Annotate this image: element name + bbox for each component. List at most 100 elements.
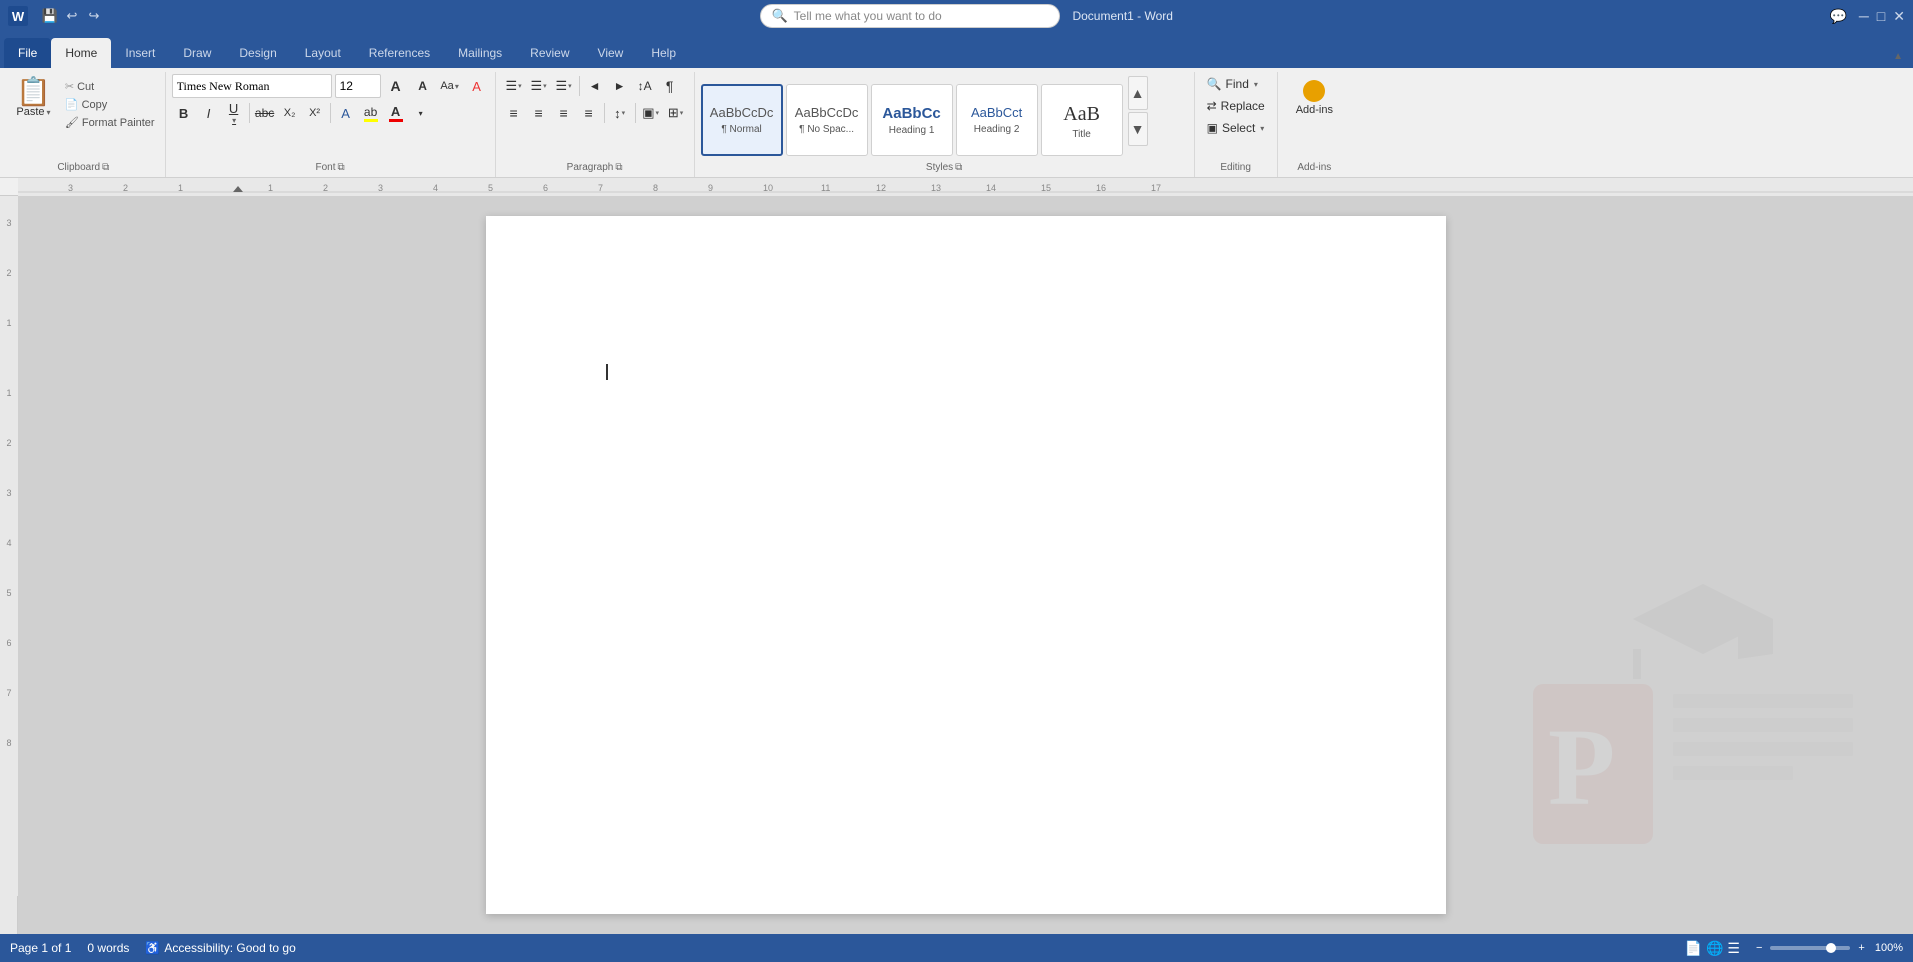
text-effects-button[interactable]: A — [334, 101, 358, 125]
ribbon-collapse-btn[interactable]: ▲ — [1889, 49, 1907, 64]
para-row1: ☰▾ ☰▾ ☰▾ ◄ ► ↕A ¶ — [502, 74, 682, 98]
styles-expand-icon[interactable]: ⧉ — [955, 162, 962, 173]
quick-save-icon[interactable]: 💾 — [40, 6, 60, 26]
change-case-button[interactable]: Aa▾ — [438, 74, 462, 98]
svg-text:4: 4 — [6, 538, 11, 548]
justify-button[interactable]: ≡ — [577, 101, 601, 125]
borders-button[interactable]: ⊞▾ — [664, 101, 688, 125]
tab-draw[interactable]: Draw — [169, 38, 225, 68]
outline-icon[interactable]: ☰ — [1727, 940, 1740, 957]
bold-button[interactable]: B — [172, 101, 196, 125]
addins-content: Add-ins — [1284, 74, 1345, 140]
copy-button[interactable]: 📄 Copy — [61, 96, 159, 113]
tab-layout[interactable]: Layout — [291, 38, 355, 68]
highlight-color-button[interactable]: ab — [359, 101, 383, 125]
tab-home[interactable]: Home — [51, 38, 111, 68]
paragraph-expand-icon[interactable]: ⧉ — [615, 162, 622, 173]
format-painter-button[interactable]: 🖌 Format Painter — [61, 114, 159, 131]
minimize-icon[interactable]: ─ — [1859, 8, 1869, 24]
zoom-slider[interactable] — [1770, 946, 1850, 950]
decrease-indent-button[interactable]: ◄ — [583, 74, 607, 98]
tab-review[interactable]: Review — [516, 38, 583, 68]
tab-mailings[interactable]: Mailings — [444, 38, 516, 68]
svg-text:1: 1 — [6, 388, 11, 398]
svg-text:11: 11 — [821, 183, 830, 193]
font-name-input[interactable] — [172, 74, 332, 98]
font-expand-icon[interactable]: ⧉ — [338, 162, 345, 173]
document-page[interactable] — [486, 216, 1446, 914]
status-left: Page 1 of 1 0 words ♿ Accessibility: Goo… — [10, 941, 296, 955]
select-button[interactable]: ▣ Select ▾ — [1201, 118, 1271, 138]
svg-text:1: 1 — [6, 318, 11, 328]
addins-button[interactable]: Add-ins — [1284, 74, 1345, 122]
sort-button[interactable]: ↕A — [633, 74, 657, 98]
font-color-dropdown[interactable]: ▾ — [409, 101, 433, 125]
font-size-input[interactable] — [335, 74, 381, 98]
tab-references[interactable]: References — [355, 38, 444, 68]
maximize-icon[interactable]: □ — [1877, 8, 1885, 24]
style-title[interactable]: AaB Title — [1041, 84, 1123, 156]
zoom-level[interactable]: 100% — [1875, 942, 1903, 954]
paste-button[interactable]: 📋 Paste▾ — [8, 74, 59, 122]
replace-button[interactable]: ⇄ Replace — [1201, 96, 1271, 116]
tab-file[interactable]: File — [4, 38, 51, 68]
zoom-out-button[interactable]: − — [1756, 942, 1762, 954]
web-layout-icon[interactable]: 🌐 — [1706, 940, 1723, 957]
tab-insert[interactable]: Insert — [111, 38, 169, 68]
quick-undo-icon[interactable]: ↩ — [62, 6, 82, 26]
para-sep3 — [635, 103, 636, 123]
tab-design[interactable]: Design — [225, 38, 290, 68]
clear-formatting-button[interactable]: A — [465, 74, 489, 98]
styles-scroll-up[interactable]: ▲ — [1128, 76, 1148, 110]
line-spacing-button[interactable]: ↕▾ — [608, 101, 632, 125]
style-normal[interactable]: AaBbCcDc ¶ Normal — [701, 84, 783, 156]
accessibility-status: ♿ Accessibility: Good to go — [145, 941, 295, 955]
align-left-button[interactable]: ≡ — [502, 101, 526, 125]
multilevel-button[interactable]: ☰▾ — [552, 74, 576, 98]
vertical-ruler: 3 2 1 1 2 3 4 5 6 7 8 — [0, 196, 18, 934]
shading-button[interactable]: ▣▾ — [639, 101, 663, 125]
style-normal-label: ¶ Normal — [721, 124, 761, 135]
accessibility-icon: ♿ — [145, 941, 160, 955]
font-label: Font ⧉ — [166, 162, 495, 173]
subscript-button[interactable]: X₂ — [278, 101, 302, 125]
find-button[interactable]: 🔍 Find ▾ — [1201, 74, 1264, 94]
italic-button[interactable]: I — [197, 101, 221, 125]
styles-scroll-down[interactable]: ▼ — [1128, 112, 1148, 146]
underline-button[interactable]: U ▾ — [222, 101, 246, 125]
chat-icon[interactable]: 💬 — [1829, 8, 1846, 25]
style-heading2[interactable]: AaBbCct Heading 2 — [956, 84, 1038, 156]
font-shrink-button[interactable]: A — [411, 74, 435, 98]
clipboard-expand-icon[interactable]: ⧉ — [102, 162, 109, 173]
superscript-button[interactable]: X² — [303, 101, 327, 125]
svg-text:3: 3 — [378, 183, 383, 193]
show-paragraph-button[interactable]: ¶ — [658, 74, 682, 98]
find-dropdown: ▾ — [1254, 80, 1258, 89]
bullets-button[interactable]: ☰▾ — [502, 74, 526, 98]
align-center-button[interactable]: ≡ — [527, 101, 551, 125]
find-icon: 🔍 — [1207, 77, 1222, 91]
tab-help[interactable]: Help — [637, 38, 690, 68]
style-heading1[interactable]: AaBbCc Heading 1 — [871, 84, 953, 156]
zoom-in-button[interactable]: + — [1858, 942, 1864, 954]
close-icon[interactable]: ✕ — [1893, 8, 1905, 25]
replace-label: Replace — [1221, 99, 1265, 113]
svg-text:10: 10 — [763, 183, 773, 193]
svg-text:15: 15 — [1041, 183, 1051, 193]
svg-text:3: 3 — [6, 488, 11, 498]
font-color-button[interactable]: A — [384, 101, 408, 125]
numbering-button[interactable]: ☰▾ — [527, 74, 551, 98]
tell-me-input[interactable]: 🔍 Tell me what you want to do — [760, 4, 1060, 28]
svg-text:8: 8 — [653, 183, 658, 193]
align-right-button[interactable]: ≡ — [552, 101, 576, 125]
document-area[interactable]: P — [18, 196, 1913, 934]
copy-label: Copy — [82, 99, 108, 111]
print-layout-icon[interactable]: 📄 — [1685, 940, 1702, 957]
increase-indent-button[interactable]: ► — [608, 74, 632, 98]
font-grow-button[interactable]: A — [384, 74, 408, 98]
quick-redo-icon[interactable]: ↪ — [84, 6, 104, 26]
cut-button[interactable]: ✂ Cut — [61, 78, 159, 95]
strikethrough-button[interactable]: abc — [253, 101, 277, 125]
tab-view[interactable]: View — [584, 38, 638, 68]
style-no-spacing[interactable]: AaBbCcDc ¶ No Spac... — [786, 84, 868, 156]
